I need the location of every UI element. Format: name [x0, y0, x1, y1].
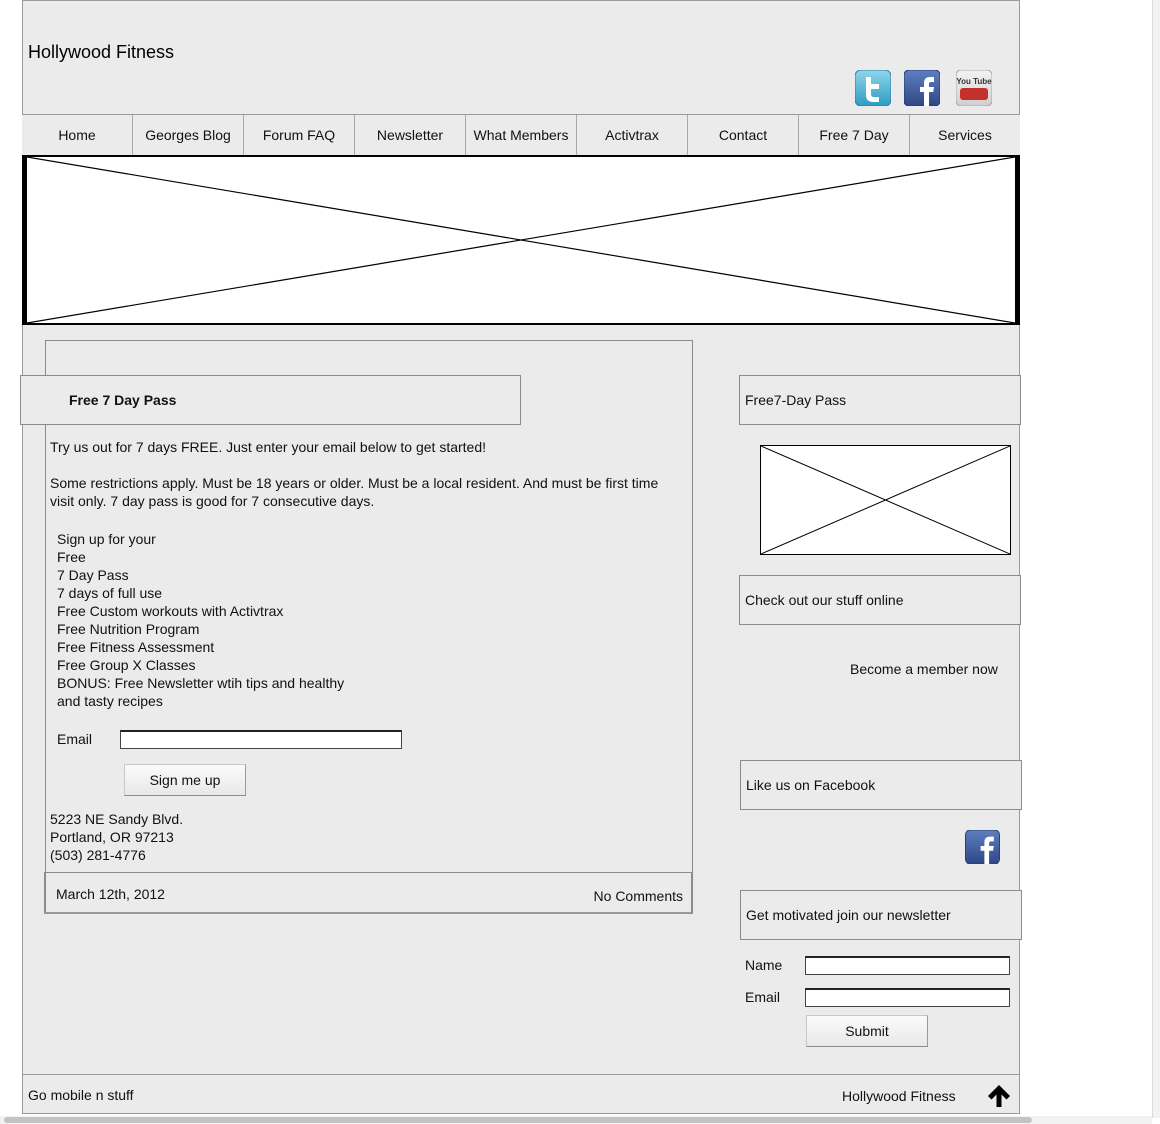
address-city: Portland, OR 97213 — [50, 829, 174, 845]
newsletter-name-field[interactable] — [805, 956, 1010, 975]
post-restrictions: Some restrictions apply. Must be 18 year… — [50, 475, 659, 509]
nav-item-home[interactable]: Home — [22, 115, 133, 155]
newsletter-email-label: Email — [745, 989, 781, 1005]
address-block: 5223 NE Sandy Blvd. Portland, OR 97213 (… — [50, 810, 183, 864]
nav-item-services[interactable]: Services — [910, 115, 1020, 155]
footer-mobile-text[interactable]: Go mobile n stuff — [28, 1087, 134, 1103]
sidebar-heading-online: Check out our stuff online — [739, 575, 1021, 625]
site-title[interactable]: Hollywood Fitness — [28, 42, 174, 63]
footer-site-name[interactable]: Hollywood Fitness — [842, 1088, 956, 1104]
list-item: and tasty recipes — [57, 693, 163, 709]
post-intro: Try us out for 7 days FREE. Just enter y… — [50, 439, 487, 455]
list-item: Sign up for your — [57, 531, 156, 547]
newsletter-email-field[interactable] — [805, 988, 1010, 1007]
list-item: Free Fitness Assessment — [57, 639, 215, 655]
nav-item-forum-faq[interactable]: Forum FAQ — [244, 115, 355, 155]
facebook-icon[interactable] — [904, 70, 940, 106]
list-item: Free — [57, 549, 86, 565]
nav-item-activtrax[interactable]: Activtrax — [577, 115, 688, 155]
email-field[interactable] — [120, 730, 402, 749]
sidebar-heading-online-label: Check out our stuff online — [745, 592, 904, 608]
nav-item-what-members[interactable]: What Members — [466, 115, 577, 155]
post-footer: March 12th, 2012 No Comments — [44, 872, 692, 914]
list-item: BONUS: Free Newsletter wtih tips and hea… — [57, 675, 345, 691]
submit-button[interactable]: Submit — [806, 1015, 928, 1047]
email-label: Email — [57, 731, 93, 747]
twitter-icon[interactable] — [855, 70, 891, 106]
address-street: 5223 NE Sandy Blvd. — [50, 811, 184, 827]
nav-item-newsletter[interactable]: Newsletter — [355, 115, 466, 155]
nav-item-contact[interactable]: Contact — [688, 115, 799, 155]
arrow-up-icon[interactable] — [986, 1083, 1012, 1109]
name-label: Name — [745, 957, 783, 973]
sidebar-heading-facebook: Like us on Facebook — [740, 760, 1022, 810]
site-footer: Go mobile n stuff Hollywood Fitness — [22, 1074, 1020, 1114]
list-item: 7 Day Pass — [57, 567, 129, 583]
youtube-icon[interactable]: You Tube — [956, 70, 992, 106]
post-title[interactable]: Free 7 Day Pass — [69, 392, 176, 408]
banner-image-placeholder — [22, 155, 1020, 325]
main-nav: Home Georges Blog Forum FAQ Newsletter W… — [22, 114, 1020, 156]
post-title-bar: Free 7 Day Pass — [20, 375, 521, 425]
list-item: Free Nutrition Program — [57, 621, 200, 637]
sidebar-heading-newsletter: Get motivated join our newsletter — [740, 890, 1022, 940]
horizontal-scrollbar-thumb[interactable] — [4, 1117, 1032, 1123]
list-item: 7 days of full use — [57, 585, 163, 601]
sidebar-heading-facebook-label: Like us on Facebook — [746, 777, 876, 793]
list-item: Free Group X Classes — [57, 657, 196, 673]
svg-text:You Tube: You Tube — [956, 77, 992, 86]
post-date: March 12th, 2012 — [56, 886, 165, 902]
sidebar-heading-pass-label: Free7-Day Pass — [745, 392, 847, 408]
facebook-icon[interactable] — [965, 829, 1000, 865]
sidebar-heading-newsletter-label: Get motivated join our newsletter — [746, 907, 951, 923]
nav-item-free-7-day[interactable]: Free 7 Day — [799, 115, 910, 155]
become-member-link[interactable]: Become a member now — [850, 661, 998, 677]
list-item: Free Custom workouts with Activtrax — [57, 603, 284, 619]
sidebar-image-placeholder — [760, 445, 1011, 555]
sign-me-up-button[interactable]: Sign me up — [124, 764, 246, 796]
sidebar-heading-pass: Free7-Day Pass — [739, 375, 1021, 425]
vertical-scrollbar[interactable] — [1152, 0, 1160, 1118]
nav-item-georges-blog[interactable]: Georges Blog — [133, 115, 244, 155]
address-phone: (503) 281-4776 — [50, 847, 146, 863]
comments-link[interactable]: No Comments — [594, 888, 683, 904]
signup-benefits-list: Sign up for your Free 7 Day Pass 7 days … — [57, 530, 344, 710]
